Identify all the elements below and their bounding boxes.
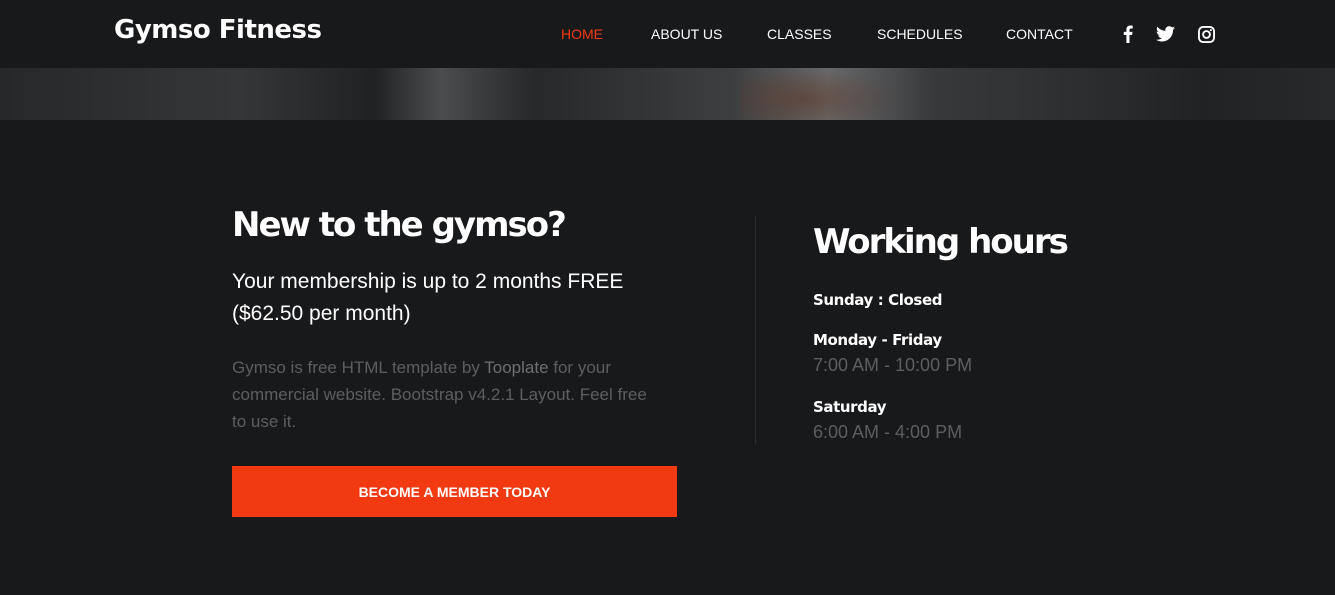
brand-logo-link[interactable]: Gymso Fitness [114, 15, 322, 45]
tooplate-link[interactable]: Tooplate [484, 358, 548, 377]
hero-image-strip [0, 68, 1335, 120]
nav-link-contact[interactable]: CONTACT [1006, 26, 1073, 42]
hours-time-weekdays: 7:00 AM - 10:00 PM [813, 355, 973, 375]
twitter-icon[interactable] [1155, 24, 1175, 44]
nav-link-classes[interactable]: CLASSES [767, 26, 832, 42]
hero-image-overlay [0, 68, 1335, 120]
column-divider [755, 216, 756, 444]
instagram-icon[interactable] [1196, 24, 1216, 44]
hours-time-saturday: 6:00 AM - 4:00 PM [813, 422, 963, 442]
become-member-button[interactable]: BECOME A MEMBER TODAY [232, 466, 677, 517]
nav-link-home[interactable]: HOME [561, 26, 603, 42]
working-hours-heading: Working hours [813, 222, 1069, 262]
membership-description: Gymso is free HTML template by Tooplate … [232, 354, 662, 435]
hours-day-weekdays: Monday - Friday [813, 331, 942, 349]
facebook-icon[interactable] [1118, 24, 1138, 44]
description-text-before: Gymso is free HTML template by [232, 358, 485, 377]
membership-heading: New to the gymso? [232, 205, 567, 245]
navbar: Gymso Fitness HOME ABOUT US CLASSES SCHE… [0, 0, 1335, 68]
membership-offer: Your membership is up to 2 months FREE (… [232, 270, 624, 325]
hours-day-sunday: Sunday : Closed [813, 291, 943, 309]
nav-link-about-us[interactable]: ABOUT US [651, 26, 722, 42]
hours-day-saturday: Saturday [813, 398, 887, 416]
nav-link-schedules[interactable]: SCHEDULES [877, 26, 963, 42]
